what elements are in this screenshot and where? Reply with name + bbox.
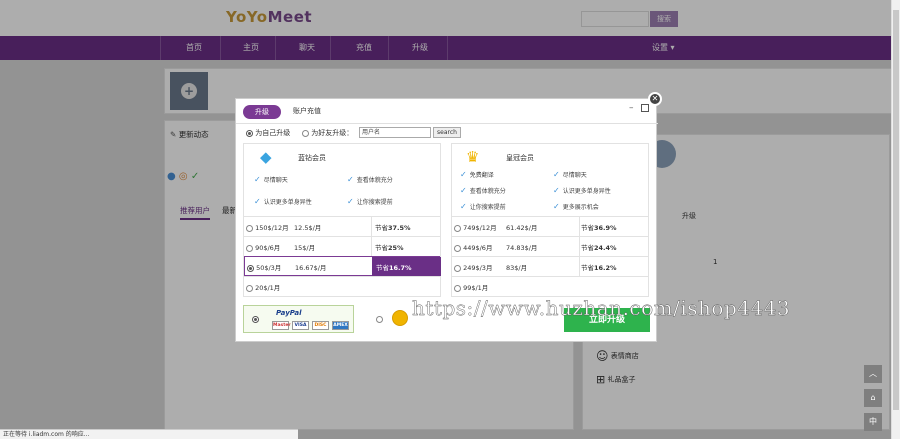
scrollbar[interactable]	[891, 0, 900, 439]
plan-radio[interactable]	[247, 264, 254, 272]
feature-item: ✓ 尽情聊天	[254, 175, 288, 184]
paypal-option[interactable]: PayPal Master VISA DISC AMEX	[243, 305, 354, 333]
option-friend[interactable]: 为好友升级：	[302, 128, 353, 138]
option-self[interactable]: 为自己升级	[246, 128, 290, 138]
diamond-icon: ◆	[260, 148, 272, 166]
maximize-icon[interactable]	[641, 104, 649, 112]
diamond-title: 蓝钻会员	[298, 154, 326, 162]
close-icon[interactable]: ✕	[648, 92, 662, 106]
plan-radio[interactable]	[454, 224, 461, 232]
radio-self[interactable]	[246, 129, 253, 137]
feature-item: ✓ 更多展示机会	[553, 202, 599, 211]
plan-row[interactable]: 249$/3月 83$/月 节省16.2%	[452, 256, 648, 277]
plan-radio[interactable]	[454, 244, 461, 252]
check-icon: ✓	[460, 186, 467, 195]
visa-icon: VISA	[292, 321, 309, 330]
check-icon: ✓	[553, 170, 560, 179]
check-icon: ✓	[553, 202, 560, 211]
plan-radio[interactable]	[454, 284, 461, 292]
check-icon: ✓	[347, 175, 354, 184]
paypal-radio[interactable]	[252, 316, 259, 323]
scroll-top-button[interactable]: ︿	[864, 365, 882, 383]
coin-radio[interactable]	[376, 316, 383, 323]
cell-divider	[371, 237, 372, 257]
home-button[interactable]: ⌂	[864, 389, 882, 407]
check-icon: ✓	[254, 197, 261, 206]
amex-icon: AMEX	[332, 321, 349, 330]
cell-divider	[579, 257, 580, 277]
coin-icon	[392, 310, 408, 326]
check-icon: ✓	[254, 175, 261, 184]
check-icon: ✓	[460, 170, 467, 179]
crown-plan-column: ♛ 皇冠会员 ✓ 免费翻译 ✓ 尽情聊天 ✓ 查看体貌充分 ✓ 认识更多单身异性 ✓ 让你…	[451, 143, 649, 297]
feature-item: ✓ 查看体貌充分	[347, 175, 393, 184]
mastercard-icon: Master	[272, 321, 291, 330]
plan-row-selected[interactable]: 50$/3月 16.67$/月 节省16.7%	[244, 256, 441, 276]
crown-icon: ♛	[466, 148, 480, 166]
feature-item: ✓ 让你搜索提前	[347, 197, 393, 206]
plan-radio[interactable]	[454, 264, 461, 272]
feature-item: ✓ 认识更多单身异性	[553, 186, 611, 195]
cell-divider	[579, 217, 580, 237]
feature-item: ✓ 查看体貌充分	[460, 186, 506, 195]
cell-divider	[371, 217, 372, 237]
username-input[interactable]: 用户名	[359, 127, 431, 138]
check-icon: ✓	[553, 186, 560, 195]
crown-title: 皇冠会员	[506, 154, 534, 162]
plan-radio[interactable]	[246, 244, 253, 252]
plan-radio[interactable]	[246, 224, 253, 232]
radio-friend[interactable]	[302, 129, 309, 137]
discover-icon: DISC	[312, 321, 329, 330]
feature-item: ✓ 免费翻译	[460, 170, 494, 179]
check-icon: ✓	[460, 202, 467, 211]
plan-row[interactable]: 99$/1月	[452, 276, 648, 296]
minimize-icon[interactable]: –	[629, 103, 634, 113]
plan-radio[interactable]	[246, 284, 253, 292]
check-icon: ✓	[347, 197, 354, 206]
feature-item: ✓ 让你搜索提前	[460, 202, 506, 211]
cell-divider	[579, 237, 580, 257]
plan-row[interactable]: 20$/1月	[244, 276, 440, 296]
watermark-text: https://www.huzhan.com/ishop4443	[412, 296, 791, 320]
paypal-logo: PayPal	[276, 309, 302, 317]
feature-item: ✓ 认识更多单身异性	[254, 197, 312, 206]
savings-highlight: 节省16.7%	[372, 257, 441, 276]
tab-recharge[interactable]: 账户充值	[293, 106, 321, 116]
plan-row[interactable]: 749$/12月 61.42$/月 节省36.9%	[452, 216, 648, 237]
plan-row[interactable]: 150$/12月 12.5$/月 节省37.5%	[244, 216, 440, 237]
scrollbar-thumb[interactable]	[893, 10, 899, 410]
plan-row[interactable]: 90$/6月 15$/月 节省25%	[244, 236, 440, 257]
tab-upgrade[interactable]: 升级	[243, 105, 281, 119]
tab-divider	[236, 123, 658, 124]
friend-search-button[interactable]: search	[433, 127, 461, 138]
diamond-plan-column: ◆ 蓝钻会员 ✓ 尽情聊天 ✓ 查看体貌充分 ✓ 认识更多单身异性 ✓ 让你搜索提前 1…	[243, 143, 441, 297]
plan-row[interactable]: 449$/6月 74.83$/月 节省24.4%	[452, 236, 648, 257]
language-button[interactable]: 中	[864, 413, 882, 431]
feature-item: ✓ 尽情聊天	[553, 170, 587, 179]
status-bar: 正在等待 i.liadm.com 的响应...	[0, 429, 298, 439]
